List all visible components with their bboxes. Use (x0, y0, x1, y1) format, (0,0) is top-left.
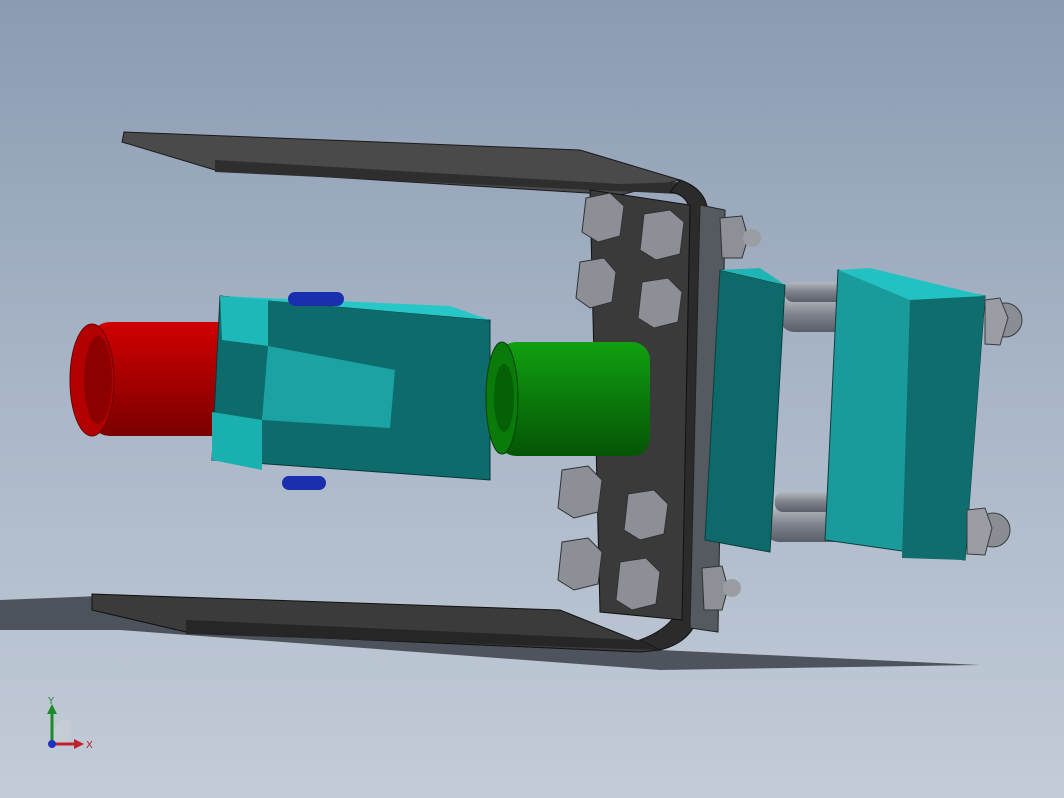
y-axis-label: Y (47, 696, 55, 707)
green-coupling[interactable] (485, 341, 650, 456)
clevis-block[interactable] (211, 292, 491, 490)
z-axis-dot (48, 740, 56, 748)
x-axis-label: X (86, 740, 93, 751)
model-scene[interactable] (0, 0, 1064, 798)
axis-triad: Y X (47, 696, 93, 751)
rear-plate-assembly[interactable] (701, 215, 1023, 611)
graphics-viewport[interactable]: Y X (0, 0, 1064, 798)
